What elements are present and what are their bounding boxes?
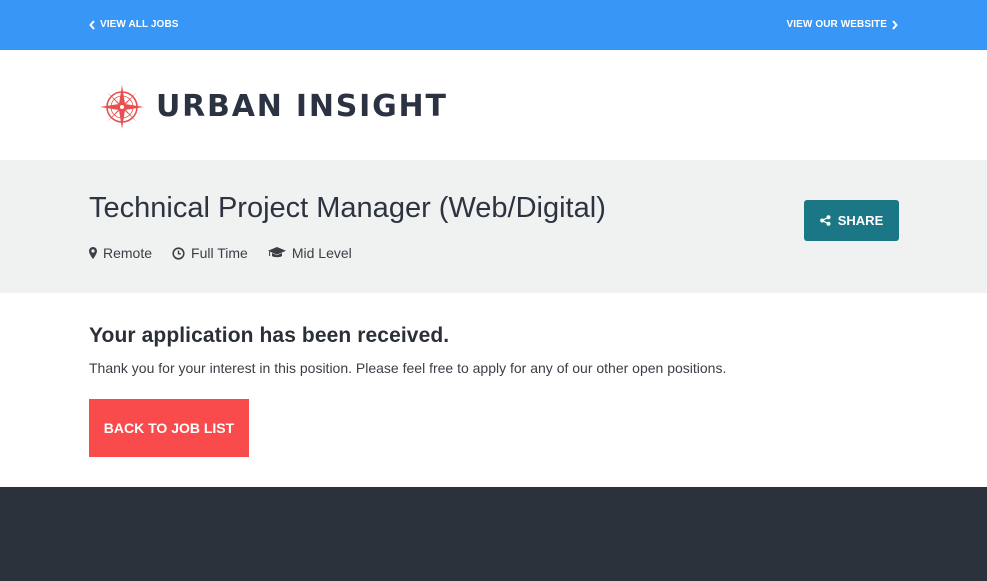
clock-icon xyxy=(172,246,185,260)
view-website-link[interactable]: VIEW OUR WEBSITE xyxy=(787,18,899,32)
page-footer xyxy=(0,487,987,581)
confirmation-section: Your application has been received. Than… xyxy=(0,293,987,487)
map-marker-icon xyxy=(89,247,97,259)
view-website-label: VIEW OUR WEBSITE xyxy=(786,19,887,30)
confirmation-message: Thank you for your interest in this posi… xyxy=(89,360,727,376)
job-meta: Remote Full Time Mid Level xyxy=(89,244,372,262)
job-level: Mid Level xyxy=(267,244,352,262)
chevron-right-icon xyxy=(892,20,898,30)
brand-header: URBAN INSIGHT xyxy=(0,50,987,160)
company-logo[interactable]: URBAN INSIGHT xyxy=(98,83,448,131)
job-header: Technical Project Manager (Web/Digital) … xyxy=(0,160,987,293)
job-location-label: Remote xyxy=(103,245,153,261)
share-button-label: SHARE xyxy=(837,213,884,228)
share-button[interactable]: SHARE xyxy=(804,200,899,241)
top-navigation-bar: VIEW ALL JOBS VIEW OUR WEBSITE xyxy=(0,0,987,50)
chevron-left-icon xyxy=(89,20,95,30)
compass-rose-icon xyxy=(100,85,144,129)
company-name: URBAN INSIGHT xyxy=(156,89,448,124)
view-all-jobs-label: VIEW ALL JOBS xyxy=(100,19,179,30)
confirmation-heading: Your application has been received. xyxy=(89,324,450,347)
view-all-jobs-link[interactable]: VIEW ALL JOBS xyxy=(89,18,179,32)
job-type-label: Full Time xyxy=(191,245,248,261)
share-icon xyxy=(819,215,831,226)
graduation-cap-icon xyxy=(267,247,286,258)
job-location: Remote xyxy=(89,244,152,262)
job-title: Technical Project Manager (Web/Digital) xyxy=(89,192,606,224)
job-level-label: Mid Level xyxy=(291,245,352,261)
back-to-job-list-button[interactable]: BACK TO JOB LIST xyxy=(89,399,249,457)
job-type: Full Time xyxy=(172,244,248,262)
